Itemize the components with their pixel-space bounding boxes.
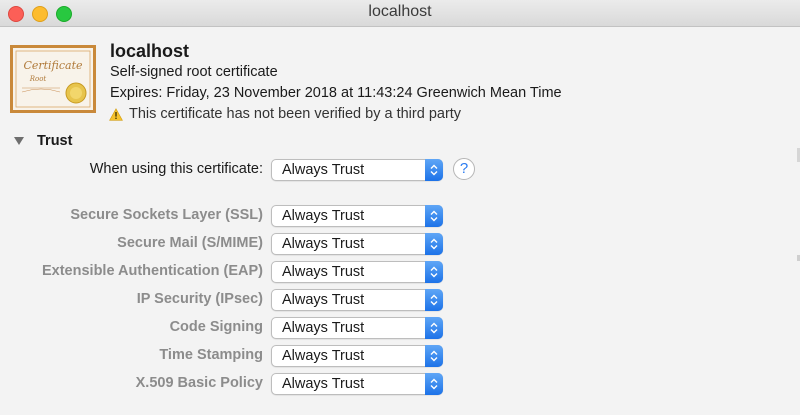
main-trust-value: Always Trust	[282, 162, 365, 178]
popup-arrows-icon	[425, 205, 443, 227]
popup-arrows-icon	[425, 317, 443, 339]
trust-row-label-x509: X.509 Basic Policy	[135, 375, 263, 391]
trust-section-label: Trust	[37, 133, 73, 149]
trust-row-label-time-stamping: Time Stamping	[159, 347, 263, 363]
trust-row-label-eap: Extensible Authentication (EAP)	[41, 263, 263, 279]
trust-row-label-code-signing: Code Signing	[169, 319, 263, 335]
trust-popup-ipsec[interactable]: Always Trust	[271, 289, 443, 311]
trust-popup-ssl[interactable]: Always Trust	[271, 205, 443, 227]
trust-value-smime: Always Trust	[282, 236, 365, 252]
main-trust-label: When using this certificate:	[89, 161, 263, 177]
verification-warning: This certificate has not been verified b…	[109, 106, 462, 122]
warning-icon	[109, 107, 123, 121]
trust-popup-x509[interactable]: Always Trust	[271, 373, 443, 395]
trust-popup-time-stamping[interactable]: Always Trust	[271, 345, 443, 367]
certificate-icon: Certificate Root	[10, 45, 96, 113]
trust-value-x509: Always Trust	[282, 376, 365, 392]
popup-arrows-icon	[425, 289, 443, 311]
trust-section-toggle[interactable]: Trust	[13, 133, 72, 149]
window-title: localhost	[368, 3, 432, 20]
certificate-expiry: Expires: Friday, 23 November 2018 at 11:…	[110, 85, 562, 101]
certificate-icon-text: Certificate	[23, 59, 83, 72]
certificate-type: Self-signed root certificate	[110, 64, 278, 80]
popup-arrows-icon	[425, 261, 443, 283]
certificate-icon-subtext: Root	[29, 75, 47, 83]
popup-arrows-icon	[425, 233, 443, 255]
trust-row-label-ssl: Secure Sockets Layer (SSL)	[70, 207, 263, 223]
trust-row-label-ipsec: IP Security (IPsec)	[136, 291, 263, 307]
popup-arrows-icon	[425, 159, 443, 181]
certificate-name: localhost	[110, 41, 190, 61]
trust-popup-eap[interactable]: Always Trust	[271, 261, 443, 283]
trust-row-label-smime: Secure Mail (S/MIME)	[117, 235, 263, 251]
trust-value-eap: Always Trust	[282, 264, 365, 280]
window-titlebar: localhost	[0, 0, 800, 27]
trust-value-ipsec: Always Trust	[282, 292, 365, 308]
popup-arrows-icon	[425, 345, 443, 367]
warning-text: This certificate has not been verified b…	[129, 106, 462, 122]
help-button[interactable]: ?	[453, 158, 475, 180]
trust-popup-code-signing[interactable]: Always Trust	[271, 317, 443, 339]
main-trust-popup[interactable]: Always Trust	[271, 159, 443, 181]
trust-popup-smime[interactable]: Always Trust	[271, 233, 443, 255]
trust-value-time-stamping: Always Trust	[282, 348, 365, 364]
disclosure-triangle-icon[interactable]	[13, 136, 25, 146]
trust-value-code-signing: Always Trust	[282, 320, 365, 336]
trust-value-ssl: Always Trust	[282, 208, 365, 224]
popup-arrows-icon	[425, 373, 443, 395]
